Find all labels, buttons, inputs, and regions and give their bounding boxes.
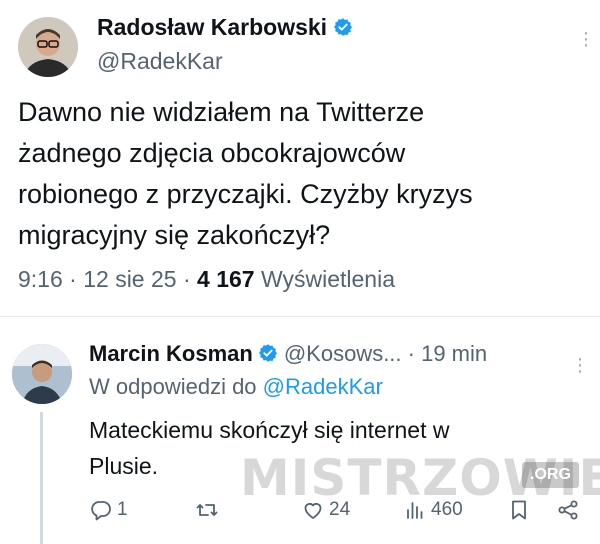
verified-badge-icon xyxy=(258,344,277,362)
like-button[interactable]: 24 xyxy=(301,492,350,528)
reply-display-name[interactable]: Marcin Kosman xyxy=(89,341,253,366)
tweet-time[interactable]: 9:16 xyxy=(18,266,63,292)
tweet-date[interactable]: 12 sie 25 xyxy=(83,266,176,292)
verified-badge-icon xyxy=(334,18,353,36)
meta-separator: · xyxy=(182,266,198,292)
more-icon[interactable]: · · · xyxy=(576,349,584,381)
divider xyxy=(0,316,600,317)
tweet-meta: 9:16 · 12 sie 25 · 4 167 Wyświetlenia xyxy=(18,266,395,293)
replying-to: W odpowiedzi do @RadekKar xyxy=(89,374,383,400)
share-icon xyxy=(558,500,578,520)
retweet-icon xyxy=(196,504,218,516)
reply-count: 1 xyxy=(117,499,128,520)
watermark-suffix: .ORG xyxy=(522,462,579,488)
views-count-reply: 460 xyxy=(431,499,463,520)
retweet-button[interactable] xyxy=(195,492,219,528)
bookmark-icon xyxy=(512,500,526,520)
replying-to-handle[interactable]: @RadekKar xyxy=(263,374,383,399)
reply-avatar[interactable] xyxy=(12,344,72,404)
replying-to-label: W odpowiedzi do xyxy=(89,374,257,399)
reply-time[interactable]: · 19 min xyxy=(408,341,487,366)
like-icon xyxy=(304,503,322,519)
meta-separator: · xyxy=(69,266,84,292)
display-name-text[interactable]: Radosław Karbowski xyxy=(97,14,327,40)
views-label: Wyświetlenia xyxy=(260,266,395,292)
tweet-text: Dawno nie widziałem na Twitterze żadnego… xyxy=(18,97,473,250)
reply-actions: 1 24 460 xyxy=(0,492,600,532)
share-button[interactable] xyxy=(556,492,580,528)
main-tweet: Radosław Karbowski @RadekKar · · · Dawno n… xyxy=(0,0,600,316)
handle[interactable]: @RadekKar xyxy=(97,48,223,75)
reply-header: Marcin Kosman @Kosows... · 19 min xyxy=(89,341,489,367)
more-icon[interactable]: · · · xyxy=(582,23,590,55)
like-count: 24 xyxy=(329,499,351,520)
display-name[interactable]: Radosław Karbowski xyxy=(97,14,353,41)
views-button[interactable]: 460 xyxy=(403,492,463,528)
bookmark-button[interactable] xyxy=(507,492,531,528)
avatar[interactable] xyxy=(18,17,78,77)
reply-button[interactable]: 1 xyxy=(89,492,128,528)
reply-handle[interactable]: @Kosows... xyxy=(284,341,402,366)
views-count: 4 167 xyxy=(197,266,255,292)
reply-icon xyxy=(91,501,111,521)
views-icon xyxy=(407,502,423,519)
